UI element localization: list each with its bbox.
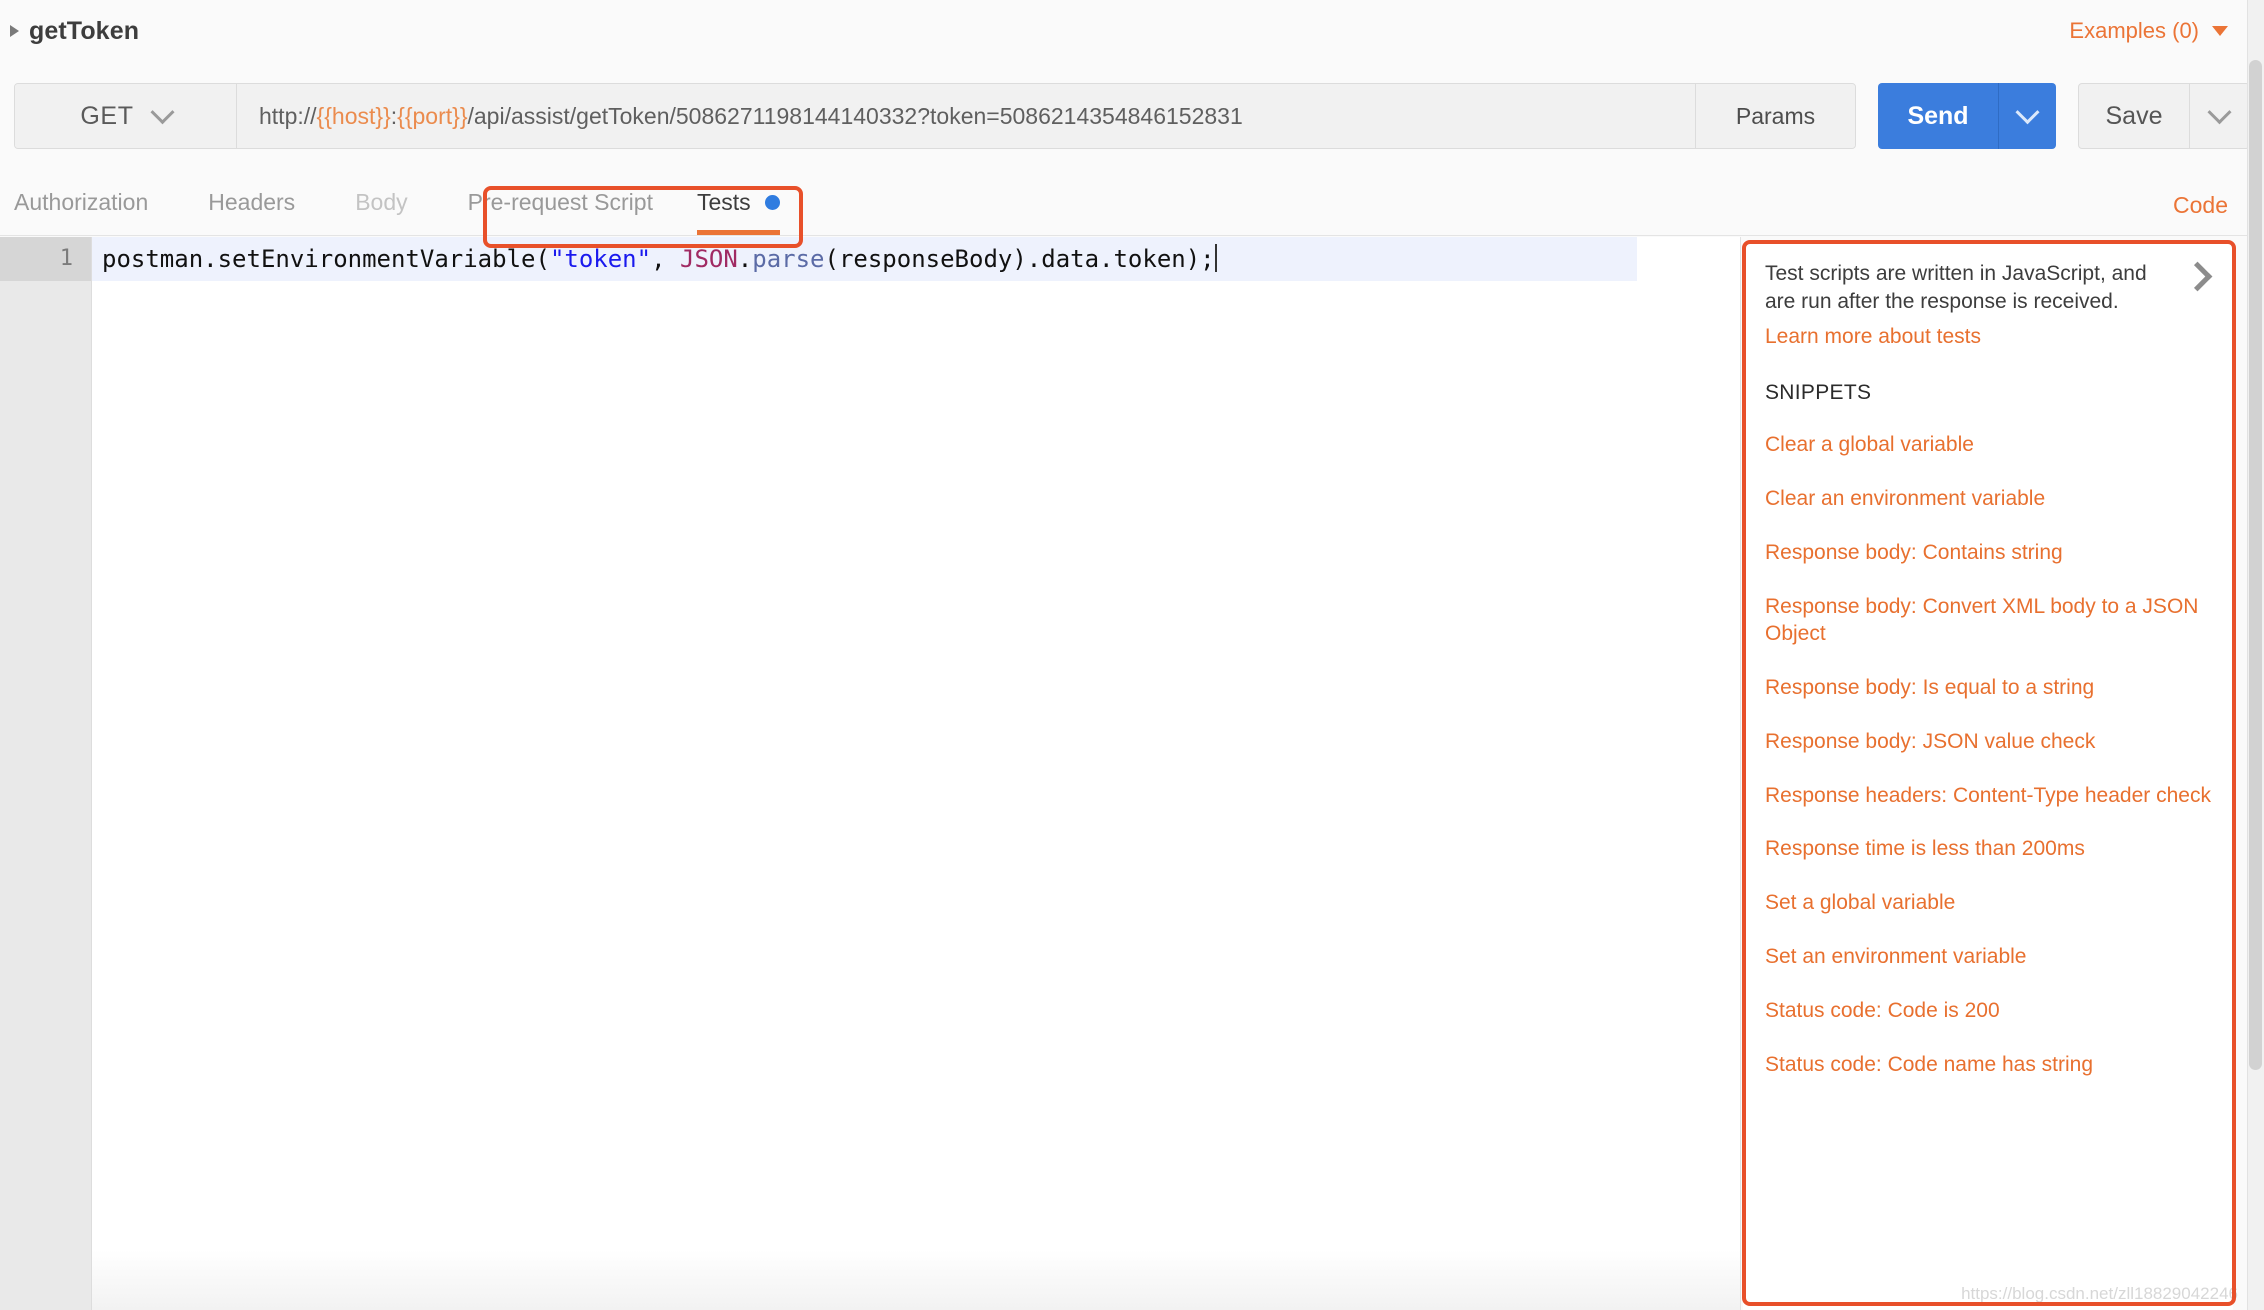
snippet-item[interactable]: Response headers: Content-Type header ch… — [1765, 783, 2211, 810]
snippet-item[interactable]: Response body: Convert XML body to a JSO… — [1765, 594, 2211, 648]
send-options-button[interactable] — [1998, 83, 2056, 149]
code-line-1[interactable]: postman.setEnvironmentVariable("token", … — [92, 237, 1637, 281]
examples-label: Examples (0) — [2069, 18, 2199, 43]
url-input[interactable]: http://{{host}}: {{port}}/api/assist/getT… — [237, 84, 1695, 148]
snippets-panel-inner: Test scripts are written in JavaScript, … — [1743, 244, 2233, 1310]
caret-down-icon — [2212, 26, 2228, 36]
send-button[interactable]: Send — [1878, 83, 1998, 149]
editor-fade — [92, 1250, 1740, 1310]
editor-gutter: 1 — [0, 237, 92, 1310]
snippet-item[interactable]: Response body: Contains string — [1765, 540, 2211, 567]
method-label: GET — [80, 101, 134, 130]
code-token-dot: . — [737, 245, 753, 273]
request-title-group: getToken — [0, 17, 139, 46]
examples-dropdown[interactable]: Examples (0) — [2069, 18, 2228, 44]
code-token-function-parse: parse — [752, 245, 825, 273]
tab-headers[interactable]: Headers — [208, 169, 295, 235]
page-scrollbar-thumb[interactable] — [2249, 60, 2262, 1070]
url-bar: GET http://{{host}}: {{port}}/api/assist/… — [0, 62, 2264, 170]
chevron-down-icon — [2207, 99, 2232, 124]
tab-pre-request-script[interactable]: Pre-request Script — [468, 169, 653, 235]
request-tabs: Authorization Headers Body Pre-request S… — [0, 170, 2264, 236]
code-token-plain-1: postman.setEnvironmentVariable( — [102, 245, 550, 273]
send-button-group: Send — [1878, 83, 2056, 149]
snippet-item[interactable]: Status code: Code is 200 — [1765, 998, 2211, 1025]
snippet-item[interactable]: Status code: Code name has string — [1765, 1052, 2211, 1079]
url-text-path: /api/assist/getToken/5086271198144140332… — [467, 102, 1243, 129]
save-button[interactable]: Save — [2079, 84, 2189, 148]
page-scrollbar[interactable] — [2247, 0, 2264, 1310]
request-header: getToken Examples (0) — [0, 0, 2264, 62]
tab-body[interactable]: Body — [355, 169, 407, 235]
tab-label: Tests — [696, 188, 751, 215]
url-input-group: GET http://{{host}}: {{port}}/api/assist/… — [14, 83, 1856, 149]
save-button-group: Save — [2078, 83, 2250, 149]
tab-label: Pre-request Script — [467, 188, 653, 215]
snippets-heading: SNIPPETS — [1765, 381, 1872, 405]
code-token-comma: , — [651, 245, 680, 273]
url-variable-port: {{port}} — [397, 102, 468, 129]
editor-code-area[interactable]: postman.setEnvironmentVariable("token", … — [92, 237, 1740, 1310]
url-variable-host: {{host}} — [316, 102, 391, 129]
snippet-item[interactable]: Response body: Is equal to a string — [1765, 675, 2211, 702]
chevron-right-icon[interactable] — [2185, 262, 2211, 288]
tab-label: Headers — [208, 188, 296, 215]
line-number: 1 — [0, 237, 91, 281]
save-options-button[interactable] — [2189, 84, 2249, 148]
page-title: getToken — [29, 16, 140, 45]
code-token-class-json: JSON — [680, 245, 738, 273]
code-token-string: "token" — [549, 245, 652, 273]
tests-script-editor[interactable]: 1 postman.setEnvironmentVariable("token"… — [0, 237, 1740, 1310]
text-cursor — [1214, 244, 1217, 272]
snippet-item[interactable]: Set an environment variable — [1765, 944, 2211, 971]
snippet-item[interactable]: Response body: JSON value check — [1765, 729, 2211, 756]
learn-more-link[interactable]: Learn more about tests — [1765, 325, 2211, 349]
params-button[interactable]: Params — [1695, 84, 1855, 148]
panel-description: Test scripts are written in JavaScript, … — [1765, 262, 2147, 313]
code-link[interactable]: Code — [2173, 192, 2228, 219]
code-token-plain-2: (responseBody).data.token); — [824, 245, 1215, 273]
snippet-item[interactable]: Response time is less than 200ms — [1765, 836, 2211, 863]
unsaved-indicator-dot — [764, 194, 780, 210]
postman-request-pane: getToken Examples (0) GET http://{{host}… — [0, 0, 2264, 1310]
caret-right-icon[interactable] — [10, 25, 19, 37]
tab-label: Body — [355, 188, 408, 215]
snippet-item[interactable]: Set a global variable — [1765, 890, 2211, 917]
snippet-item[interactable]: Clear a global variable — [1765, 432, 2211, 459]
method-selector[interactable]: GET — [15, 84, 237, 148]
snippet-item[interactable]: Clear an environment variable — [1765, 486, 2211, 513]
snippets-panel: Test scripts are written in JavaScript, … — [1740, 237, 2264, 1310]
tab-tests[interactable]: Tests — [696, 169, 780, 235]
chevron-down-icon — [2015, 99, 2040, 124]
active-tab-underline — [696, 230, 780, 235]
tab-label: Authorization — [14, 188, 149, 215]
chevron-down-icon — [150, 99, 175, 124]
tab-authorization[interactable]: Authorization — [14, 169, 148, 235]
url-text-plain-1: http:// — [259, 102, 317, 129]
